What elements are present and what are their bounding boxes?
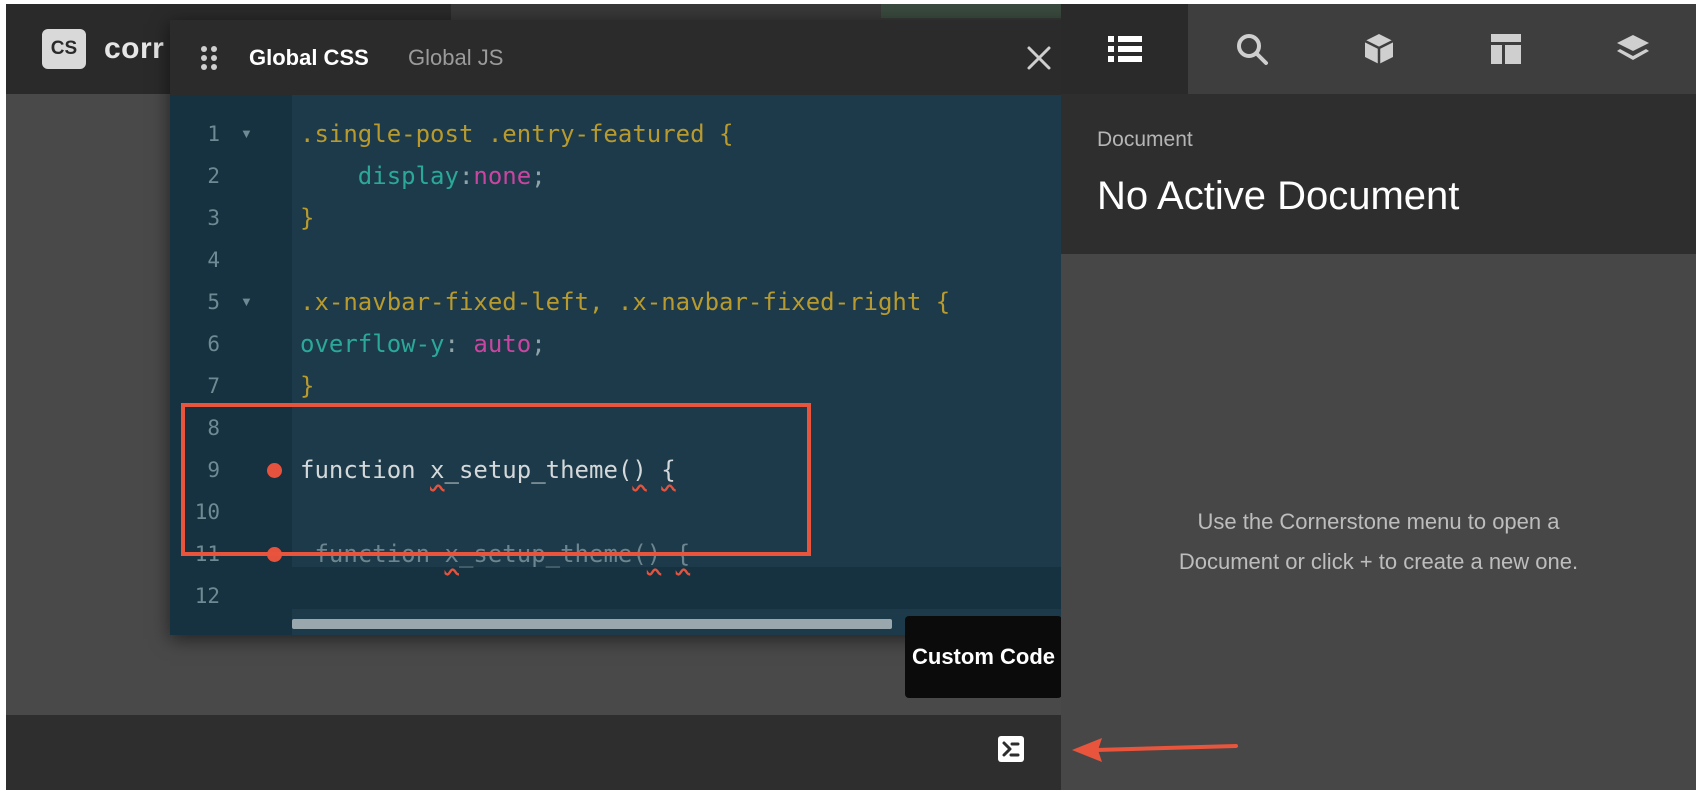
tab-search[interactable]: [1188, 4, 1315, 94]
code-line[interactable]: 5 ▼ .x-navbar-fixed-left, .x-navbar-fixed-…: [170, 281, 1078, 323]
cornerstone-app: CS corr Global CSS Global JS 1 ▼ .single…: [6, 4, 1696, 790]
custom-code-tooltip: Custom Code: [905, 616, 1062, 698]
code-text: }: [300, 197, 314, 239]
code-token: function: [300, 456, 431, 484]
code-text: display:none;: [300, 155, 546, 197]
code-token: _setup_theme(: [444, 456, 633, 484]
cube-icon: [1363, 34, 1394, 64]
code-token: {: [661, 456, 676, 484]
line-number: 1: [207, 122, 220, 146]
line-number: 8: [207, 416, 220, 440]
code-token: auto: [473, 330, 532, 358]
tab-layers[interactable]: [1569, 4, 1696, 94]
code-token: .single-post .entry-featured {: [300, 120, 734, 148]
code-token: }: [300, 204, 315, 232]
code-token: ;: [531, 330, 546, 358]
code-token: :: [458, 162, 474, 190]
code-token: ): [646, 540, 662, 568]
layout-icon: [1490, 34, 1521, 64]
line-number: 4: [207, 248, 220, 272]
brand-text: corr: [104, 32, 165, 65]
code-line[interactable]: 1 ▼ .single-post .entry-featured {: [170, 113, 1078, 155]
code-text: .x-navbar-fixed-left, .x-navbar-fixed-ri…: [300, 281, 950, 323]
custom-code-button[interactable]: [996, 734, 1026, 764]
error-marker-icon[interactable]: [267, 547, 282, 562]
code-line[interactable]: 3}: [170, 197, 1078, 239]
code-text: function x_setup_theme() {: [300, 533, 690, 575]
code-text: .single-post .entry-featured {: [300, 113, 733, 155]
code-line[interactable]: 6 overflow-y: auto;: [170, 323, 1078, 365]
drag-handle-icon[interactable]: [198, 44, 220, 72]
line-number: 6: [207, 332, 220, 356]
header-accent-strip: [881, 4, 1061, 18]
code-token: ): [632, 456, 647, 484]
tab-templates[interactable]: [1442, 4, 1569, 94]
tab-elements[interactable]: [1315, 4, 1442, 94]
code-editor-modal: Global CSS Global JS 1 ▼ .single-post .ent…: [170, 20, 1078, 635]
document-label: Document: [1097, 128, 1193, 151]
editor-header: Global CSS Global JS: [170, 20, 1078, 95]
line-number: 3: [207, 206, 220, 230]
code-token: x: [444, 540, 459, 568]
line-number: 5: [207, 290, 220, 314]
scrollbar-thumb[interactable]: [292, 619, 892, 629]
code-token: _setup_theme(: [458, 540, 647, 568]
code-token: ;: [531, 162, 546, 190]
code-line[interactable]: 9 function x_setup_theme() {: [170, 449, 1078, 491]
line-number: 12: [194, 584, 220, 608]
code-token: :: [444, 330, 474, 358]
list-icon: [1107, 36, 1142, 62]
code-token: display: [300, 162, 459, 190]
line-number: 2: [207, 164, 220, 188]
document-title: No Active Document: [1097, 174, 1460, 218]
code-terminal-icon: [998, 736, 1024, 762]
fold-toggle-icon[interactable]: ▼: [240, 281, 253, 323]
code-token: none: [473, 162, 532, 190]
code-token: x: [430, 456, 445, 484]
code-text: }: [300, 365, 314, 407]
code-line[interactable]: 10: [170, 491, 1078, 533]
document-empty-state: Use the Cornerstone menu to open a Docum…: [1061, 254, 1696, 790]
code-line[interactable]: 11 function x_setup_theme() {: [170, 533, 1078, 575]
search-icon: [1236, 34, 1268, 65]
document-header: Document No Active Document: [1061, 94, 1696, 254]
tab-global-css[interactable]: Global CSS: [249, 20, 369, 95]
tab-global-js[interactable]: Global JS: [408, 20, 503, 95]
code-line[interactable]: 12: [170, 575, 1078, 617]
code-line[interactable]: 7}: [170, 365, 1078, 407]
line-number: 9: [207, 458, 220, 482]
code-token: .x-navbar-fixed-left, .x-navbar-fixed-ri…: [300, 288, 951, 316]
code-line[interactable]: 8: [170, 407, 1078, 449]
code-line[interactable]: 2 display:none;: [170, 155, 1078, 197]
right-panel-tabs: [1061, 4, 1696, 94]
line-number: 11: [194, 542, 220, 566]
bottom-toolbar: [6, 715, 1061, 790]
code-token: function: [300, 540, 445, 568]
code-token: overflow-y: [300, 330, 445, 358]
empty-message-line-2: Document or click + to create a new one.: [1178, 549, 1579, 574]
empty-message-line-1: Use the Cornerstone menu to open a: [1197, 509, 1560, 534]
line-number: 7: [207, 374, 220, 398]
empty-state-message: Use the Cornerstone menu to open a Docum…: [1061, 502, 1696, 582]
close-icon[interactable]: [1025, 44, 1053, 72]
code-token: {: [675, 540, 691, 568]
code-text: function x_setup_theme() {: [300, 449, 676, 491]
error-marker-icon[interactable]: [267, 463, 282, 478]
code-token: }: [300, 372, 315, 400]
code-text: overflow-y: auto;: [300, 323, 546, 365]
code-line[interactable]: 4: [170, 239, 1078, 281]
fold-toggle-icon[interactable]: ▼: [240, 113, 253, 155]
layers-icon: [1616, 35, 1649, 60]
line-number: 10: [194, 500, 220, 524]
tab-outline[interactable]: [1061, 4, 1188, 94]
cs-logo[interactable]: CS: [42, 29, 86, 69]
